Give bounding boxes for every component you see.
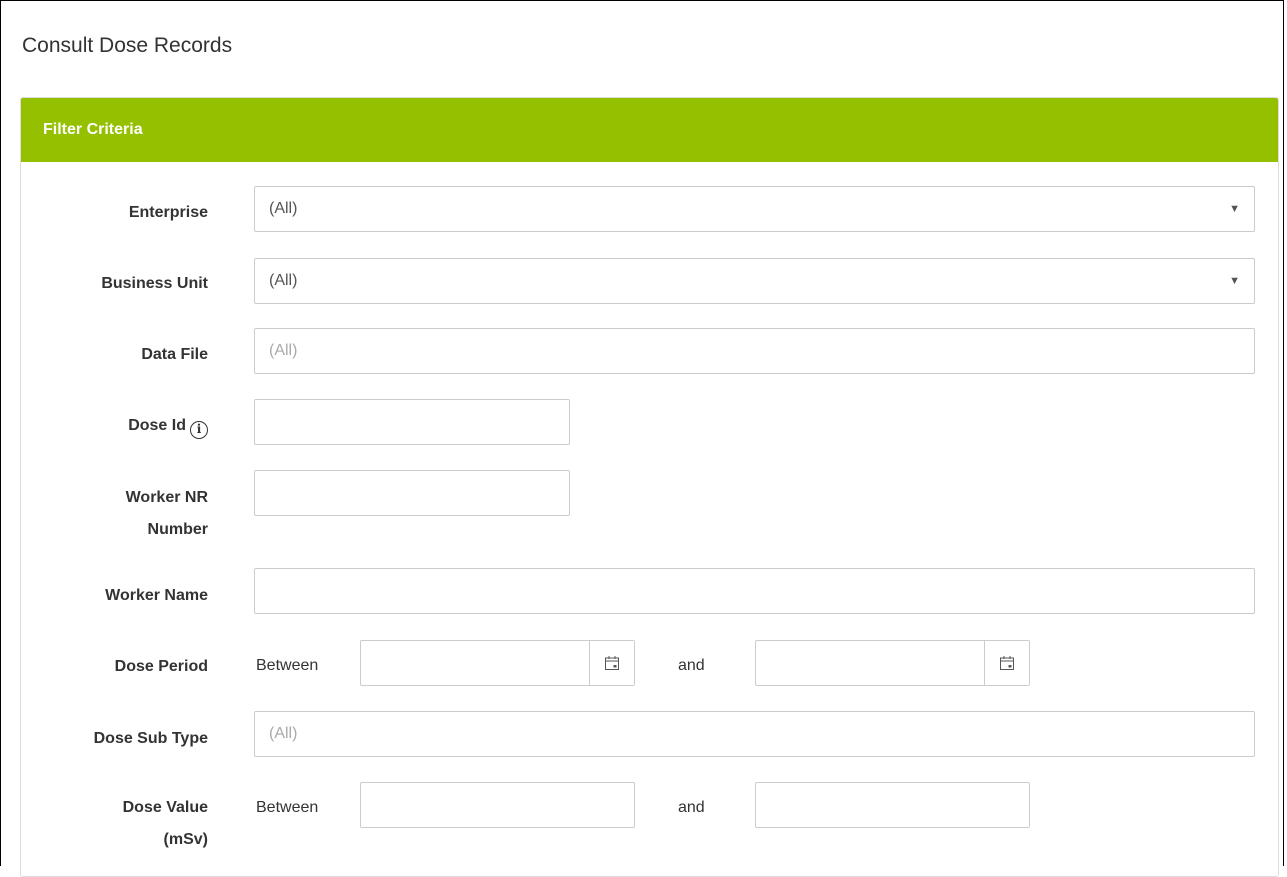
dose-sub-type-label: Dose Sub Type (93, 730, 208, 747)
calendar-icon (605, 656, 619, 670)
info-circle-icon[interactable]: i (190, 421, 208, 439)
page-frame: Consult Dose Records Filter Criteria Ent… (0, 0, 1284, 877)
business-unit-select[interactable]: (All) ▼ (254, 258, 1255, 304)
dose-period-to-input[interactable] (755, 640, 1030, 686)
dose-value-label-line2: (mSv) (163, 831, 208, 848)
dose-period-label: Dose Period (114, 658, 208, 675)
worker-name-input[interactable] (254, 568, 1255, 614)
calendar-button[interactable] (984, 641, 1029, 685)
chevron-down-icon: ▼ (1229, 203, 1240, 215)
dose-id-label-text: Dose Id (128, 417, 186, 434)
dose-value-between: Between (256, 799, 319, 816)
dose-value-to-input[interactable] (755, 782, 1030, 828)
dose-period-between: Between (256, 657, 319, 674)
dose-value-and: and (678, 799, 705, 816)
dose-period-and: and (678, 657, 705, 674)
data-file-input[interactable]: (All) (254, 328, 1255, 374)
worker-nr-input[interactable] (254, 470, 570, 516)
chevron-down-icon: ▼ (1229, 275, 1240, 287)
dose-value-from-input[interactable] (360, 782, 635, 828)
filter-panel-header: Filter Criteria (21, 98, 1278, 162)
calendar-icon (1000, 656, 1014, 670)
worker-nr-label-line1: Worker NR (125, 489, 208, 506)
dose-period-from-input[interactable] (360, 640, 635, 686)
worker-name-label: Worker Name (105, 587, 208, 604)
worker-nr-label: Worker NR Number (21, 482, 208, 546)
dose-id-label: Dose Id i (21, 412, 208, 439)
business-unit-label: Business Unit (101, 275, 208, 292)
enterprise-label: Enterprise (128, 204, 208, 221)
data-file-label: Data File (141, 346, 208, 363)
page-title: Consult Dose Records (22, 34, 233, 57)
dose-id-input[interactable] (254, 399, 570, 445)
data-file-placeholder: (All) (269, 342, 298, 359)
dose-value-label: Dose Value (mSv) (21, 792, 208, 856)
business-unit-select-value: (All) (269, 272, 298, 289)
calendar-button[interactable] (589, 641, 634, 685)
dose-sub-type-input[interactable]: (All) (254, 711, 1255, 757)
dose-value-label-line1: Dose Value (122, 799, 208, 816)
filter-panel: Filter Criteria Enterprise (All) ▼ Busin… (20, 97, 1279, 877)
enterprise-select[interactable]: (All) ▼ (254, 186, 1255, 232)
enterprise-select-value: (All) (269, 200, 298, 217)
worker-nr-label-line2: Number (147, 521, 208, 538)
dose-sub-type-placeholder: (All) (269, 725, 298, 742)
